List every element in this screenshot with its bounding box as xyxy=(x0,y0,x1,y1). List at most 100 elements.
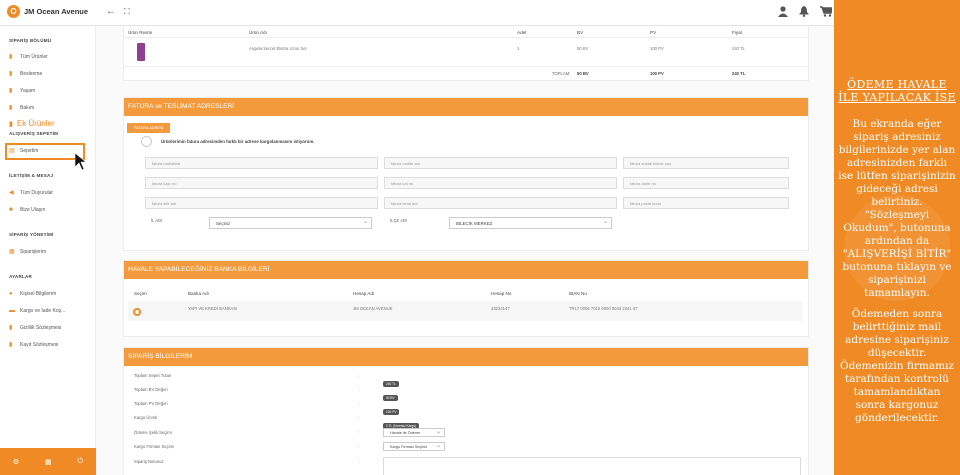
col-iban: IBAN No xyxy=(569,291,587,296)
fatura-kapi-input[interactable]: fatura kapı no xyxy=(145,177,378,189)
fatura-mahalle-input[interactable]: fatura mahallesi xyxy=(145,157,378,169)
section-iletisim: İLETİŞİM & MESAJ xyxy=(9,173,54,178)
instruction-panel: ÖDEME HAVALE İLE YAPILACAK İSE Bu ekrand… xyxy=(834,0,960,475)
back-arrow-icon[interactable]: ← xyxy=(106,6,116,17)
sidebar-item-siparislerim[interactable]: ▦ Siparişlerim xyxy=(9,249,46,255)
top-bar: O JM Ocean Avenue ← ⛶ xyxy=(0,0,834,26)
comment-icon: ■ xyxy=(9,207,13,213)
total-pv: 100 PV xyxy=(650,71,664,76)
col-urun-adi: Ürün Adı xyxy=(249,30,267,35)
product-qty: 1 xyxy=(517,46,520,51)
product-pv: 100 PV xyxy=(650,46,664,51)
fatura-site-input[interactable]: fatura site adı xyxy=(145,197,378,209)
product-image[interactable] xyxy=(137,43,145,61)
sidebar-item-gizlilik[interactable]: ▮ Gizlilik Sözleşmesi xyxy=(9,325,61,331)
user-icon[interactable] xyxy=(778,6,788,20)
account-no: 43234147 xyxy=(491,306,510,311)
section-siparis: SİPARİŞ BÖLÜMÜ xyxy=(9,38,52,43)
section-yonetim: SİPARİŞ YÖNETİMİ xyxy=(9,232,54,237)
cargo-select[interactable]: Kargo Firması Seçiniz xyxy=(383,442,445,451)
order-note-textarea[interactable] xyxy=(383,457,801,475)
order-label-pv: Toplam PV Değeri xyxy=(134,401,168,406)
cart-icon[interactable] xyxy=(820,6,833,20)
order-label-kargo: Kargo Ücreti xyxy=(134,415,158,420)
total-bv: 50 BV xyxy=(577,71,589,76)
power-icon[interactable]: ⏻ xyxy=(78,458,84,466)
col-hesap-adi: Hesap Adı xyxy=(353,291,375,296)
ilce-select[interactable]: BİLECİK MERKEZ xyxy=(449,217,612,229)
tab-fatura-adresi[interactable]: FATURA ADRESİ xyxy=(127,123,171,133)
sidebar-item-sepetim[interactable]: ▤ Sepetim xyxy=(9,148,38,154)
fatura-posta-input[interactable]: fatura posta kodu xyxy=(623,197,789,209)
section-sepet: ALIŞVERİŞ SEPETİM xyxy=(9,131,59,136)
main-content: Ürün Resmi Ürün Adı Adet BV PV Fiyat Ang… xyxy=(96,26,834,475)
sidebar-item-duyurular[interactable]: ◀ Tüm Duyurular xyxy=(9,190,53,196)
product-price: 240 TL xyxy=(732,46,745,51)
basket-icon: ▤ xyxy=(9,148,15,154)
order-card: SİPARİŞ BİLGİLERİM Toplam Sepet Tutarı :… xyxy=(123,347,809,475)
col-urun-resmi: Ürün Resmi xyxy=(128,30,153,35)
bank-name: YAPI VE KREDİ BANKASI xyxy=(188,306,238,311)
grid-icon: ▦ xyxy=(9,249,15,255)
brand-name[interactable]: JM Ocean Avenue xyxy=(24,7,88,16)
gear-icon[interactable]: ⚙ xyxy=(13,458,19,466)
total-price: 240 TL xyxy=(732,71,746,76)
bookmark-icon: ▮ xyxy=(9,71,13,77)
order-label-bv: Toplam BV Değeri xyxy=(134,387,168,392)
sidebar-item-kisisel[interactable]: ● Kişisel Bilgilerim xyxy=(9,291,56,297)
brand-logo[interactable]: O xyxy=(7,5,20,18)
sidebar-footer: ⚙ ▦ ⏻ xyxy=(0,448,96,475)
il-label: İL ADI xyxy=(151,218,163,223)
sidebar-item-kargo[interactable]: ▬ Kargo ve İade Koş... xyxy=(9,308,65,314)
user-circle-icon: ● xyxy=(9,291,13,297)
truck-icon: ▬ xyxy=(9,308,15,314)
total-label: TOPLAM: xyxy=(552,71,571,76)
document-icon: ▮ xyxy=(9,325,13,331)
fatura-cadde-input[interactable]: fatura cadde adı xyxy=(384,157,617,169)
bookmark-icon: ▮ xyxy=(9,54,13,60)
address-title: FATURA ve TESLİMAT ADRESLERİ xyxy=(124,98,808,116)
col-bv: BV xyxy=(577,30,584,35)
fatura-daire-input[interactable]: fatura daire no xyxy=(623,177,789,189)
sidebar-item-bize-ulasin[interactable]: ■ Bize Ulaşın xyxy=(9,207,45,213)
iban-no: TR17 0006 7010 0000 0043 2341 47 xyxy=(569,306,638,311)
sidebar-item-kayit[interactable]: ▮ Kayıt Sözleşmesi xyxy=(9,342,58,348)
product-name[interactable]: Angela Secret Ekstra Uzun Set xyxy=(249,46,307,51)
payment-label: Ödeme Şekli Seçimi xyxy=(134,430,172,435)
sidebar-item-beslenme[interactable]: ▮ Beslenme xyxy=(9,71,42,77)
il-select[interactable]: Seçiniz xyxy=(209,217,372,229)
cart-table: Ürün Resmi Ürün Adı Adet BV PV Fiyat Ang… xyxy=(123,26,809,81)
cargo-label: Kargo Firması Seçimi xyxy=(134,444,175,449)
sidebar-item-bakim[interactable]: ▮ Bakım xyxy=(9,105,34,111)
fatura-sokak-input[interactable]: fatura sokak bulvar koy xyxy=(623,157,789,169)
sidebar-item-yasam[interactable]: ▮ Yaşam xyxy=(9,88,35,94)
note-label: Sipariş Notunuz xyxy=(134,459,164,464)
document-icon: ▮ xyxy=(9,342,13,348)
account-name: JM OCEAN AVENUE xyxy=(353,306,393,311)
fatura-kat-input[interactable]: fatura kat no xyxy=(384,177,617,189)
payment-select[interactable]: Havale ile Ödeme xyxy=(383,428,445,437)
col-adet: Adet xyxy=(517,30,527,35)
sidebar-item-tum-urunler[interactable]: ▮ Tüm Ürünler xyxy=(9,54,48,60)
sidebar-item-ek-urunler[interactable]: ▮ Ek Ürünler xyxy=(9,119,55,128)
product-bv: 50 BV xyxy=(577,46,589,51)
order-title: SİPARİŞ BİLGİLERİM xyxy=(124,348,808,366)
col-pv: PV xyxy=(650,30,657,35)
grid-icon[interactable]: ▦ xyxy=(45,458,52,466)
bank-card: HAVALE YAPABİLECEĞİNİZ BANKA BİLGİLERİ S… xyxy=(123,260,809,337)
sidebar: SİPARİŞ BÖLÜMÜ ▮ Tüm Ürünler ▮ Beslenme ▮ Y… xyxy=(0,26,96,475)
bookmark-icon: ▮ xyxy=(9,105,13,111)
watermark-circle xyxy=(844,195,950,301)
fullscreen-icon[interactable]: ⛶ xyxy=(124,7,130,17)
col-hesap-no: Hesap No xyxy=(491,291,512,296)
bank-radio[interactable] xyxy=(133,308,141,316)
panel-title: ÖDEME HAVALE İLE YAPILACAK İSE xyxy=(838,78,956,104)
fatura-semt-input[interactable]: fatura semt adı xyxy=(384,197,617,209)
different-address-label: Ürünlerimin fatura adresimden farklı bir… xyxy=(161,139,315,144)
col-fiyat: Fiyat xyxy=(732,30,742,35)
col-banka-adi: Banka Adı xyxy=(188,291,209,296)
bookmark-icon: ▮ xyxy=(9,120,13,128)
address-card: FATURA ve TESLİMAT ADRESLERİ FATURA ADRE… xyxy=(123,97,809,251)
bell-icon[interactable] xyxy=(799,6,809,20)
different-address-checkbox[interactable] xyxy=(141,136,152,147)
